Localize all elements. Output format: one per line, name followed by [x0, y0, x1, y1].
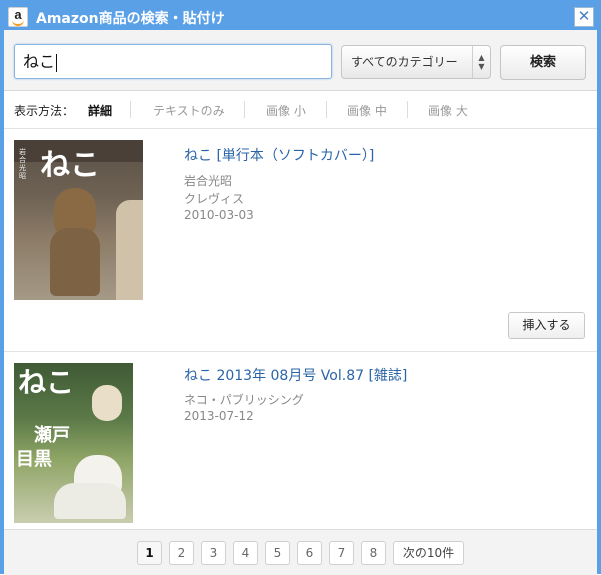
search-bar: ねこ すべてのカテゴリー ▲ ▼ 検索: [4, 30, 597, 91]
amazon-logo-icon: a: [8, 7, 28, 27]
pagination: 1 2 3 4 5 6 7 8 次の10件: [4, 529, 597, 575]
select-arrows-icon: ▲ ▼: [472, 46, 490, 78]
insert-button[interactable]: 挿入する: [508, 312, 585, 339]
magazine-cover-image[interactable]: ねこ 瀬戸 目黒: [14, 363, 133, 523]
cover-text-meguro: 目黒: [16, 449, 52, 470]
category-select-value: すべてのカテゴリー: [351, 55, 458, 69]
dog-shape: [116, 200, 143, 300]
page-1-button[interactable]: 1: [137, 541, 162, 565]
result-date: 2013-07-12: [184, 409, 254, 423]
view-option-image-medium[interactable]: 画像 中: [347, 102, 387, 119]
logo-smile: [12, 19, 24, 26]
cat-body-shape: [54, 483, 126, 519]
page-6-button[interactable]: 6: [297, 541, 322, 565]
text-caret: [56, 53, 58, 72]
search-query: ねこ: [23, 52, 56, 71]
result-title-link[interactable]: ねこ 2013年 08月号 Vol.87 [雑誌]: [184, 365, 407, 385]
book-cover-image[interactable]: ねこ 岩合光昭: [14, 140, 143, 300]
search-button[interactable]: 検索: [500, 45, 586, 80]
divider: [130, 101, 131, 118]
page-5-button[interactable]: 5: [265, 541, 290, 565]
view-option-image-small[interactable]: 画像 小: [266, 102, 306, 119]
window-title: Amazon商品の検索・貼付け: [36, 11, 225, 27]
cat-body-shape: [50, 228, 100, 296]
category-select[interactable]: すべてのカテゴリー ▲ ▼: [341, 45, 491, 79]
view-option-text-only[interactable]: テキストのみ: [153, 102, 225, 119]
cover-tag-shape: [92, 385, 122, 421]
cover-title-text: ねこ: [18, 366, 75, 399]
dialog-window: a Amazon商品の検索・貼付け ✕ ねこ すべてのカテゴリー ▲ ▼ 検索 表…: [0, 0, 601, 575]
view-mode-bar: 表示方法： 詳細 テキストのみ 画像 小 画像 中 画像 大: [4, 91, 597, 129]
close-button[interactable]: ✕: [574, 7, 594, 27]
page-8-button[interactable]: 8: [361, 541, 386, 565]
search-input[interactable]: ねこ: [14, 44, 332, 79]
divider: [244, 101, 245, 118]
result-author: 岩合光昭: [184, 174, 233, 188]
results-list: ねこ 岩合光昭 ねこ [単行本（ソフトカバー）] 岩合光昭 クレヴィス 2010…: [4, 129, 597, 529]
cover-title-text: ねこ: [40, 148, 100, 183]
result-date: 2010-03-03: [184, 208, 254, 222]
view-option-detail[interactable]: 詳細: [88, 102, 112, 119]
result-publisher: ネコ・パブリッシング: [184, 393, 304, 407]
cover-text-seto: 瀬戸: [34, 425, 70, 446]
result-item: ねこ 瀬戸 目黒 ねこ 2013年 08月号 Vol.87 [雑誌] ネコ・パブ…: [4, 352, 597, 529]
view-option-image-large[interactable]: 画像 大: [428, 102, 468, 119]
result-item: ねこ 岩合光昭 ねこ [単行本（ソフトカバー）] 岩合光昭 クレヴィス 2010…: [4, 129, 597, 352]
result-title-link[interactable]: ねこ [単行本（ソフトカバー）]: [184, 145, 374, 165]
divider: [407, 101, 408, 118]
view-mode-label: 表示方法：: [14, 104, 75, 118]
page-4-button[interactable]: 4: [233, 541, 258, 565]
next-page-button[interactable]: 次の10件: [393, 541, 464, 565]
cover-side-text: 岩合光昭: [19, 148, 26, 180]
result-publisher: クレヴィス: [184, 192, 245, 206]
page-7-button[interactable]: 7: [329, 541, 354, 565]
title-bar: a Amazon商品の検索・貼付け ✕: [4, 4, 597, 30]
page-2-button[interactable]: 2: [169, 541, 194, 565]
divider: [326, 101, 327, 118]
page-3-button[interactable]: 3: [201, 541, 226, 565]
